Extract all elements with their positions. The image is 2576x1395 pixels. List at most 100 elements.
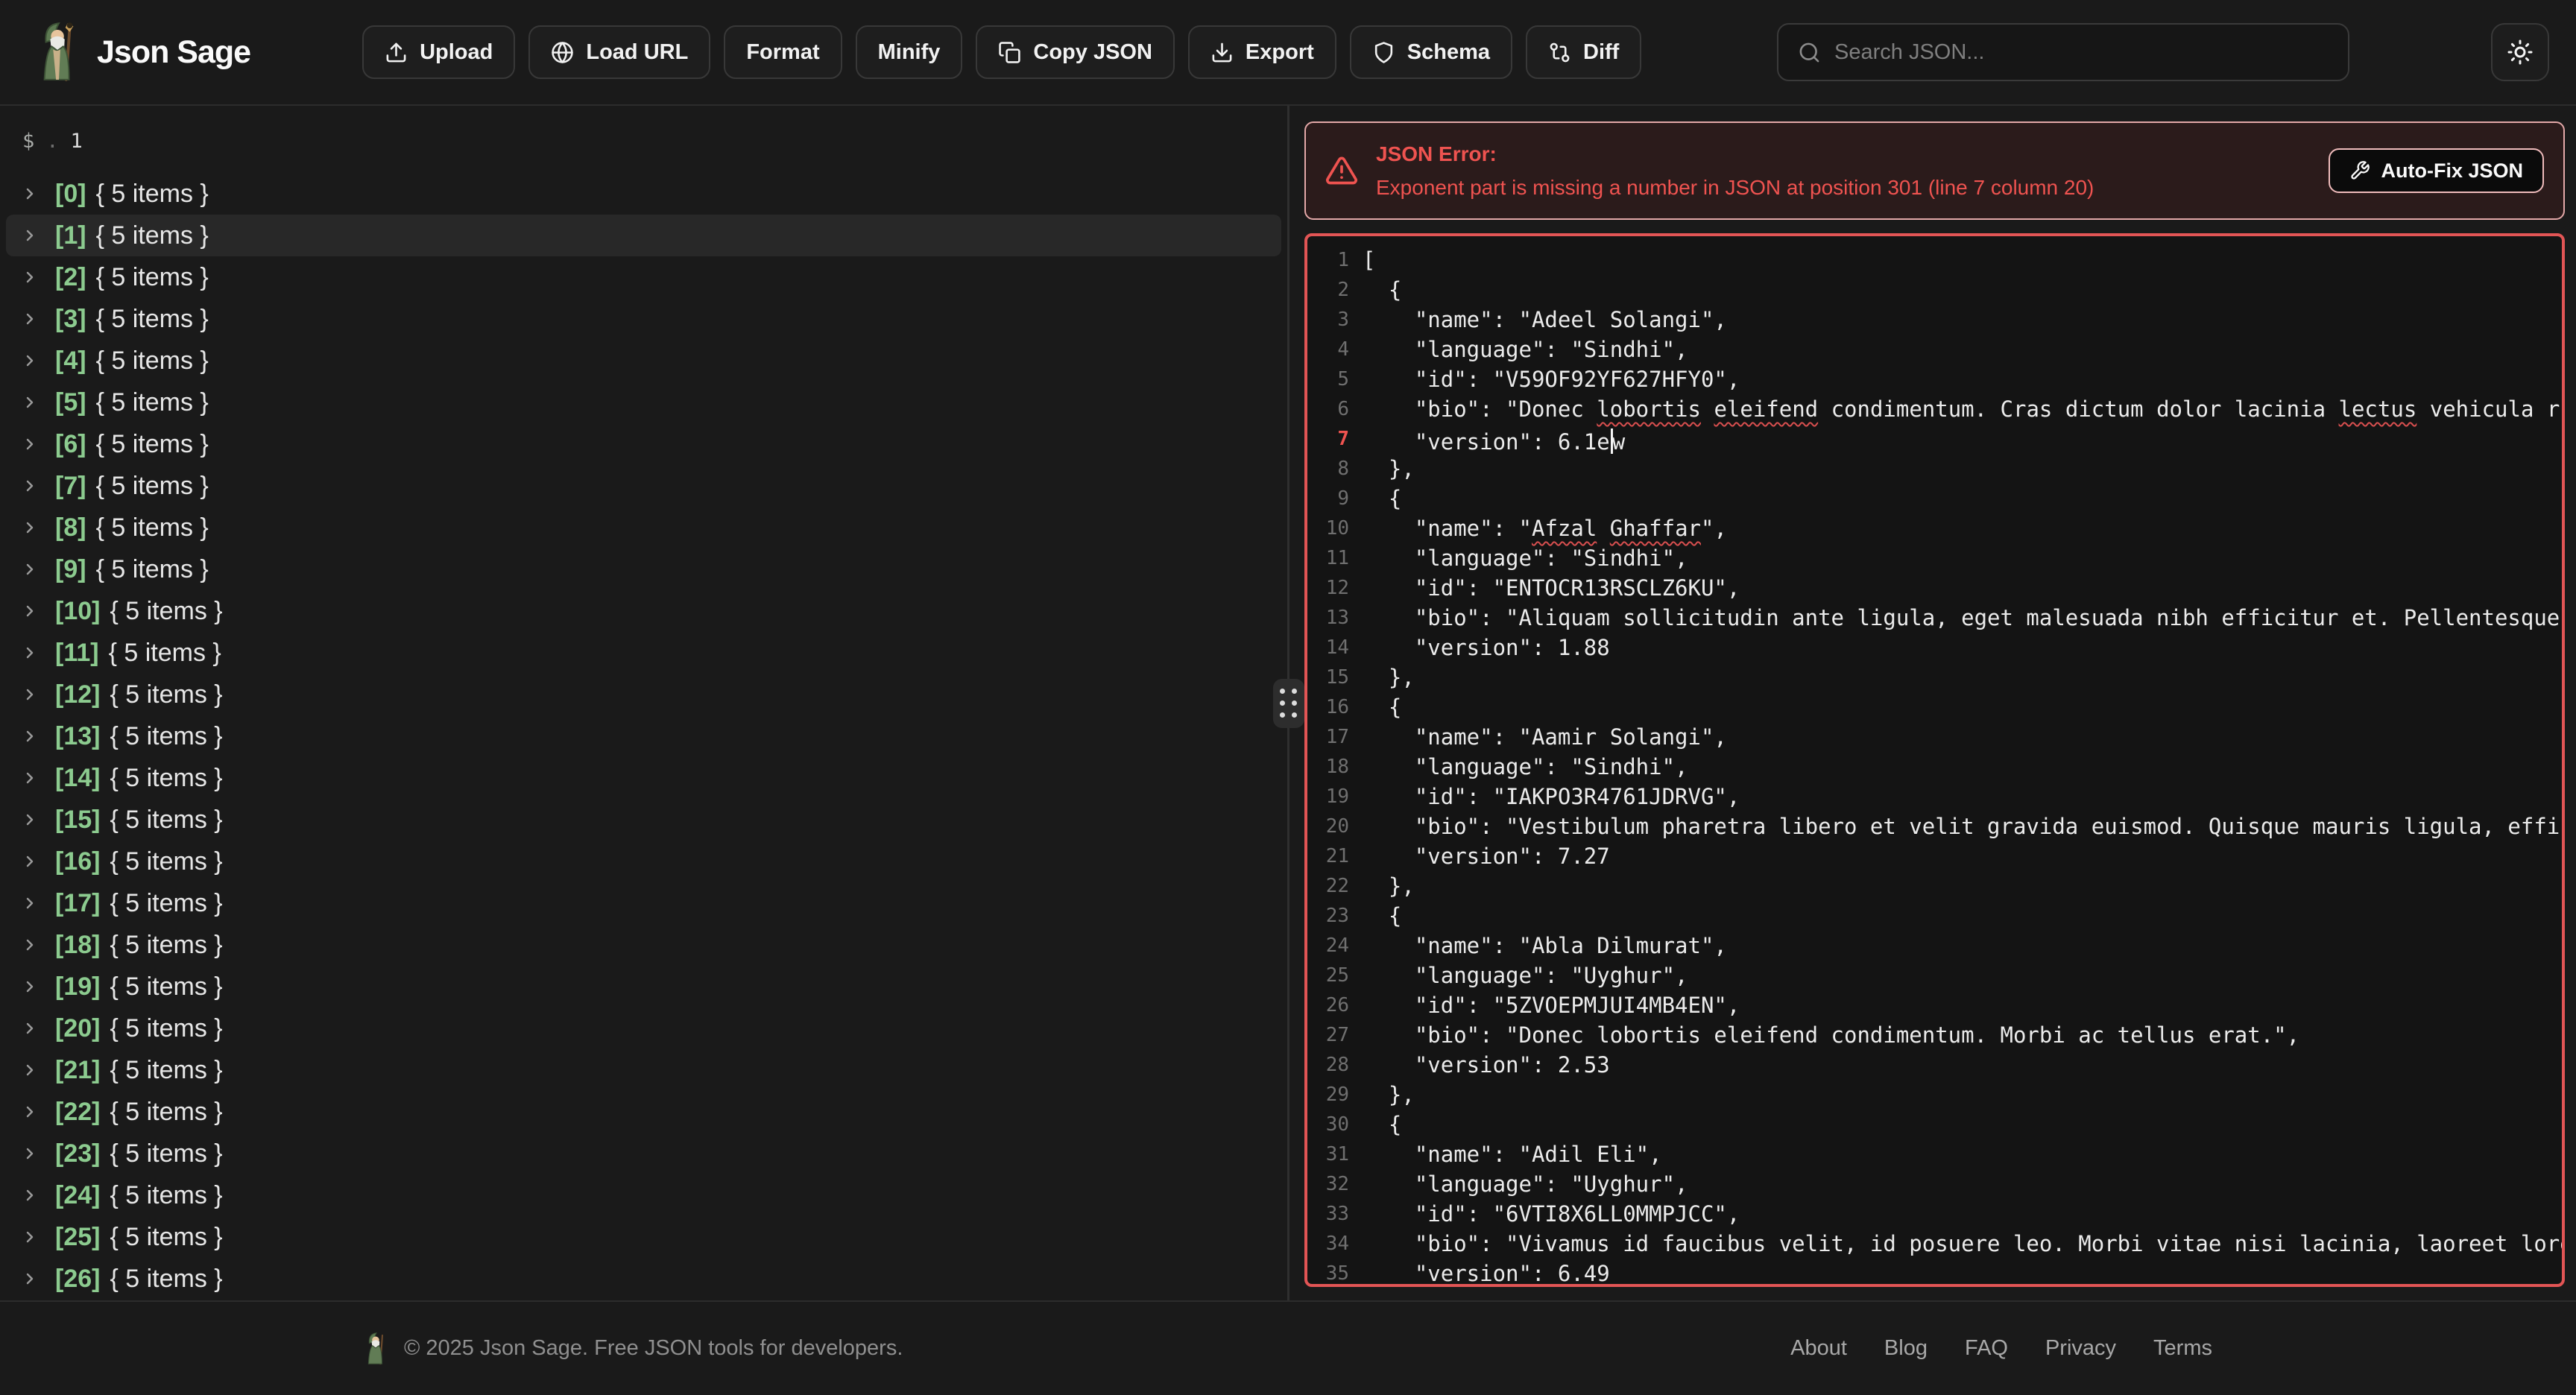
wrench-icon [2349, 160, 2370, 181]
tree-item-16[interactable]: [16]{ 5 items } [6, 841, 1281, 882]
text-caret [1611, 428, 1613, 454]
tree-item-index: [24] [55, 1181, 100, 1210]
json-sage-app: Json Sage UploadLoad URLFormatMinifyCopy… [0, 0, 2576, 1395]
line-number: 26 [1307, 990, 1363, 1020]
toolbar-button-copy-json[interactable]: Copy JSON [976, 25, 1175, 79]
toolbar-button-export[interactable]: Export [1188, 25, 1336, 79]
button-label: Diff [1583, 40, 1619, 65]
tree-item-4[interactable]: [4]{ 5 items } [6, 340, 1281, 382]
breadcrumb-root: $ [22, 130, 34, 153]
tree-item-7[interactable]: [7]{ 5 items } [6, 465, 1281, 507]
error-message: Exponent part is missing a number in JSO… [1376, 176, 2094, 200]
editor-line-13: 13 "bio": "Aliquam sollicitudin ante lig… [1307, 603, 2562, 633]
tree-item-21[interactable]: [21]{ 5 items } [6, 1049, 1281, 1091]
line-number: 19 [1307, 782, 1363, 812]
tree-item-index: [21] [55, 1056, 100, 1085]
tree-item-12[interactable]: [12]{ 5 items } [6, 674, 1281, 715]
tree-item-26[interactable]: [26]{ 5 items } [6, 1258, 1281, 1300]
tree-item-14[interactable]: [14] { 5 items } [6, 757, 1281, 799]
tree-item-8[interactable]: [8]{ 5 items } [6, 507, 1281, 548]
grip-dots-icon[interactable] [1273, 679, 1304, 728]
tree-item-18[interactable]: [18]{ 5 items } [6, 924, 1281, 966]
chevron-right-icon [21, 560, 39, 578]
tree-item-index: [14] [55, 764, 100, 793]
json-editor[interactable]: 1[2 {3 "name": "Adeel Solangi",4 "langua… [1304, 233, 2565, 1287]
chevron-right-icon [21, 1103, 39, 1121]
editor-line-6: 6 "bio": "Donec lobortis eleifend condim… [1307, 394, 2562, 424]
tree-item-11[interactable]: [11]{ 5 items } [6, 632, 1281, 674]
footer-link-privacy[interactable]: Privacy [2045, 1336, 2116, 1361]
tree-item-summary: { 5 items } [110, 889, 222, 918]
line-number: 11 [1307, 543, 1363, 573]
tree-item-0[interactable]: [0]{ 5 items } [6, 173, 1281, 215]
tree-item-15[interactable]: [15]{ 5 items } [6, 799, 1281, 841]
line-code: { [1363, 901, 1401, 931]
toolbar-button-format[interactable]: Format [724, 25, 842, 79]
tree-item-index: [7] [55, 472, 86, 501]
toolbar-button-load-url[interactable]: Load URL [528, 25, 710, 79]
line-code: "id": "5ZVOEPMJUI4MB4EN", [1363, 990, 1740, 1020]
tree-item-index: [19] [55, 972, 100, 1002]
tree-item-summary: { 5 items } [110, 764, 222, 793]
line-code: "bio": "Vivamus id faucibus velit, id po… [1363, 1229, 2565, 1259]
chevron-right-icon [21, 852, 39, 870]
search-box[interactable] [1777, 23, 2349, 81]
line-number: 28 [1307, 1050, 1363, 1080]
breadcrumb-separator: . [46, 130, 58, 153]
tree-item-index: [16] [55, 847, 100, 876]
footer-link-faq[interactable]: FAQ [1965, 1336, 2008, 1361]
footer-link-terms[interactable]: Terms [2153, 1336, 2212, 1361]
editor-line-32: 32 "language": "Uyghur", [1307, 1169, 2562, 1199]
editor-line-18: 18 "language": "Sindhi", [1307, 752, 2562, 782]
tree-item-1[interactable]: [1]{ 5 items } [6, 215, 1281, 256]
line-number: 35 [1307, 1259, 1363, 1287]
theme-toggle-button[interactable] [2491, 23, 2549, 81]
tree-item-9[interactable]: [9]{ 5 items } [6, 548, 1281, 590]
line-number: 22 [1307, 871, 1363, 901]
line-number: 23 [1307, 901, 1363, 931]
chevron-right-icon [21, 268, 39, 286]
tree-item-6[interactable]: [6]{ 5 items } [6, 423, 1281, 465]
editor-line-11: 11 "language": "Sindhi", [1307, 543, 2562, 573]
tree-item-25[interactable]: [25]{ 5 items } [6, 1216, 1281, 1258]
search-icon [1798, 41, 1821, 64]
line-code: "language": "Uyghur", [1363, 1169, 1688, 1199]
chevron-right-icon [21, 978, 39, 996]
panel-resizer[interactable] [1287, 106, 1289, 1300]
line-code: "id": "V59OF92YF627HFY0", [1363, 364, 1740, 394]
chevron-right-icon [21, 1228, 39, 1246]
toolbar-button-diff[interactable]: Diff [1526, 25, 1641, 79]
search-input[interactable] [1834, 40, 2329, 65]
footer-link-blog[interactable]: Blog [1884, 1336, 1928, 1361]
toolbar-button-upload[interactable]: Upload [362, 25, 515, 79]
line-code: "language": "Sindhi", [1363, 543, 1688, 573]
toolbar-button-schema[interactable]: Schema [1350, 25, 1512, 79]
tree-item-13[interactable]: [13]{ 5 items } [6, 715, 1281, 757]
toolbar-button-minify[interactable]: Minify [856, 25, 963, 79]
auto-fix-json-button[interactable]: Auto-Fix JSON [2329, 148, 2544, 193]
tree-item-2[interactable]: [2]{ 5 items } [6, 256, 1281, 298]
line-number: 29 [1307, 1080, 1363, 1110]
line-code: "bio": "Vestibulum pharetra libero et ve… [1363, 812, 2565, 841]
line-code: { [1363, 692, 1401, 722]
shield-icon [1372, 41, 1395, 64]
editor-line-9: 9 { [1307, 484, 2562, 513]
footer-link-about[interactable]: About [1790, 1336, 1847, 1361]
tree-item-22[interactable]: [22]{ 5 items } [6, 1091, 1281, 1133]
tree-item-20[interactable]: [20]{ 5 items } [6, 1008, 1281, 1049]
line-number: 14 [1307, 633, 1363, 662]
tree-item-3[interactable]: [3]{ 5 items } [6, 298, 1281, 340]
tree-item-5[interactable]: [5]{ 5 items } [6, 382, 1281, 423]
tree-item-index: [3] [55, 305, 86, 334]
tree-item-24[interactable]: [24]{ 5 items } [6, 1174, 1281, 1216]
tree-item-index: [9] [55, 555, 86, 584]
tree-item-index: [0] [55, 180, 86, 209]
tree-item-19[interactable]: [19]{ 5 items } [6, 966, 1281, 1008]
tree-item-23[interactable]: [23]{ 5 items } [6, 1133, 1281, 1174]
tree-item-10[interactable]: [10]{ 5 items } [6, 590, 1281, 632]
chevron-right-icon [21, 1061, 39, 1079]
tree-item-17[interactable]: [17]{ 5 items } [6, 882, 1281, 924]
tree-item-summary: { 5 items } [96, 263, 209, 292]
editor-line-31: 31 "name": "Adil Eli", [1307, 1139, 2562, 1169]
editor-line-19: 19 "id": "IAKPO3R4761JDRVG", [1307, 782, 2562, 812]
